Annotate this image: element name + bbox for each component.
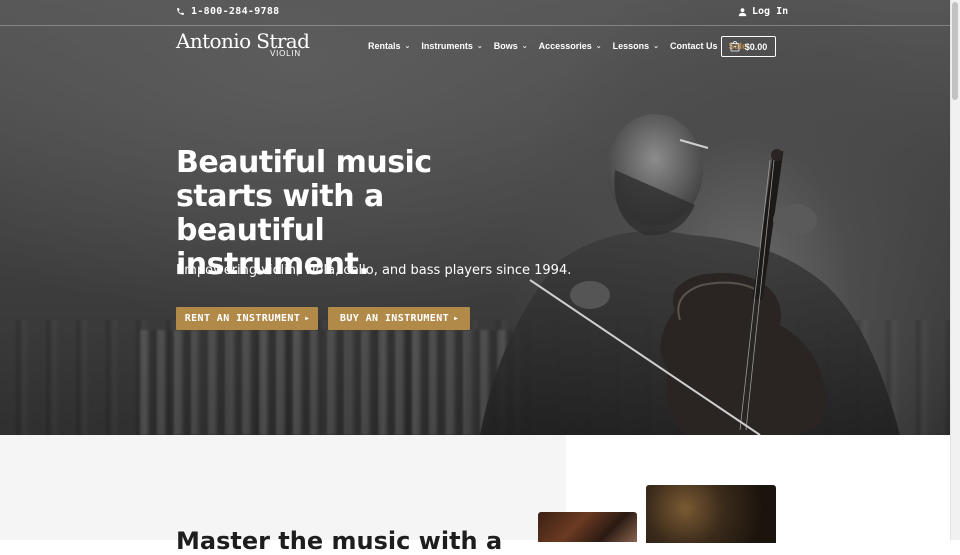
login-link[interactable]: Log In — [738, 6, 788, 17]
top-utility-bar: 1-800-284-9788 Log In — [0, 0, 951, 26]
lessons-section: Master the music with a — [0, 435, 951, 555]
buy-button-label: BUY AN INSTRUMENT — [339, 313, 450, 324]
chevron-down-icon: ⌄ — [404, 43, 411, 50]
chevron-down-icon: ⌄ — [653, 43, 659, 50]
section-heading: Master the music with a — [176, 527, 503, 555]
hero-title: Beautiful music starts with a beautiful … — [176, 145, 432, 282]
nav-label: Accessories — [538, 41, 592, 51]
nav-rentals[interactable]: Rentals ⌄ — [368, 41, 410, 51]
nav-bows[interactable]: Bows ⌄ — [494, 41, 528, 51]
rent-button-label: RENT AN INSTRUMENT — [184, 313, 301, 324]
nav-label: Rentals — [368, 41, 401, 51]
cart-total: $0.00 — [744, 41, 768, 52]
chevron-down-icon: ⌄ — [595, 43, 602, 50]
violin-closeup-photo — [538, 512, 637, 542]
rent-instrument-button[interactable]: RENT AN INSTRUMENT ▶ — [176, 307, 318, 330]
nav-contact-us[interactable]: Contact Us — [670, 41, 718, 51]
hero-subtitle: Empowering violin, viola, cello, and bas… — [176, 263, 572, 278]
chevron-down-icon: ⌄ — [521, 43, 528, 50]
phone-icon — [177, 8, 184, 15]
nav-label: Instruments — [421, 41, 473, 51]
hero-section: 1-800-284-9788 Log In Antonio Strad VIOL… — [0, 0, 951, 435]
login-label: Log In — [752, 6, 789, 17]
scrollbar-thumb[interactable] — [952, 2, 958, 100]
caret-right-icon: ▶ — [454, 315, 459, 322]
section-left-panel — [0, 435, 566, 540]
nav-accessories[interactable]: Accessories ⌄ — [539, 41, 602, 51]
main-nav: Rentals ⌄ Instruments ⌄ Bows ⌄ Accessori… — [368, 41, 758, 51]
nav-lessons[interactable]: Lessons ⌄ — [613, 41, 659, 51]
logo-subtitle: VIOLIN — [269, 49, 301, 58]
site-logo[interactable]: Antonio Strad VIOLIN — [176, 29, 310, 60]
nav-label: Lessons — [612, 41, 650, 51]
nav-instruments[interactable]: Instruments ⌄ — [421, 41, 482, 51]
nav-label: Bows — [493, 41, 518, 51]
phone-link[interactable]: 1-800-284-9788 — [176, 6, 280, 17]
page-scrollbar[interactable] — [950, 0, 960, 540]
cart-button[interactable]: $0.00 — [721, 36, 776, 57]
shopping-bag-icon — [730, 41, 740, 52]
orchestra-photo — [646, 485, 776, 543]
nav-label: Contact Us — [669, 41, 718, 51]
caret-right-icon: ▶ — [305, 315, 310, 322]
user-icon — [738, 7, 747, 16]
phone-number: 1-800-284-9788 — [191, 6, 280, 17]
chevron-down-icon: ⌄ — [476, 43, 483, 50]
buy-instrument-button[interactable]: BUY AN INSTRUMENT ▶ — [328, 307, 470, 330]
